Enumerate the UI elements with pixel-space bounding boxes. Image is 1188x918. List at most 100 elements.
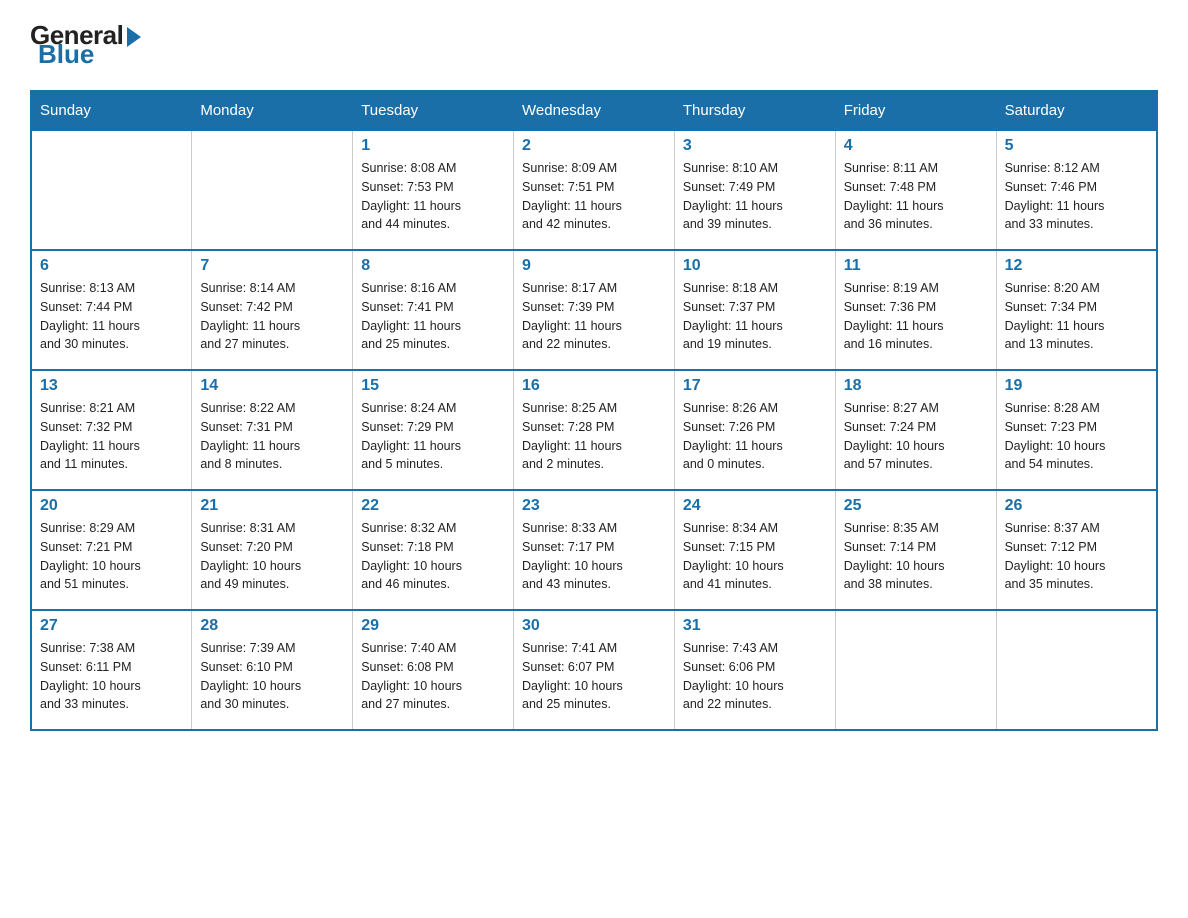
- calendar-cell: 7 Sunrise: 8:14 AMSunset: 7:42 PMDaylight…: [192, 250, 353, 370]
- day-number: 11: [844, 257, 988, 275]
- day-number: 28: [200, 617, 344, 635]
- day-number: 9: [522, 257, 666, 275]
- day-number: 24: [683, 497, 827, 515]
- calendar-header-saturday: Saturday: [996, 91, 1157, 130]
- calendar-cell: [31, 130, 192, 250]
- calendar-week-1: 1Sunrise: 8:08 AMSunset: 7:53 PMDaylight…: [31, 130, 1157, 250]
- day-number: 5: [1005, 137, 1148, 155]
- day-number: 26: [1005, 497, 1148, 515]
- calendar-table: SundayMondayTuesdayWednesdayThursdayFrid…: [30, 90, 1158, 731]
- calendar-header-row: SundayMondayTuesdayWednesdayThursdayFrid…: [31, 91, 1157, 130]
- calendar-cell: 1Sunrise: 8:08 AMSunset: 7:53 PMDaylight…: [353, 130, 514, 250]
- day-info: Sunrise: 8:20 AMSunset: 7:34 PMDaylight:…: [1005, 279, 1148, 354]
- calendar-cell: 31Sunrise: 7:43 AMSunset: 6:06 PMDayligh…: [674, 610, 835, 730]
- day-number: 19: [1005, 377, 1148, 395]
- day-info: Sunrise: 8:29 AMSunset: 7:21 PMDaylight:…: [40, 519, 183, 594]
- day-info: Sunrise: 7:40 AMSunset: 6:08 PMDaylight:…: [361, 639, 505, 714]
- day-number: 7: [200, 257, 344, 275]
- day-number: 4: [844, 137, 988, 155]
- day-number: 27: [40, 617, 183, 635]
- calendar-cell: 18 Sunrise: 8:27 AMSunset: 7:24 PMDayligh…: [835, 370, 996, 490]
- day-number: 25: [844, 497, 988, 515]
- calendar-cell: 5 Sunrise: 8:12 AMSunset: 7:46 PMDaylight…: [996, 130, 1157, 250]
- day-info: Sunrise: 7:39 AMSunset: 6:10 PMDaylight:…: [200, 639, 344, 714]
- calendar-cell: 15 Sunrise: 8:24 AMSunset: 7:29 PMDayligh…: [353, 370, 514, 490]
- day-info: Sunrise: 8:11 AMSunset: 7:48 PMDaylight:…: [844, 159, 988, 234]
- day-number: 2: [522, 137, 666, 155]
- calendar-header-thursday: Thursday: [674, 91, 835, 130]
- day-info: Sunrise: 7:43 AMSunset: 6:06 PMDaylight:…: [683, 639, 827, 714]
- day-number: 22: [361, 497, 505, 515]
- calendar-cell: 22 Sunrise: 8:32 AMSunset: 7:18 PMDayligh…: [353, 490, 514, 610]
- day-number: 13: [40, 377, 183, 395]
- calendar-cell: 12 Sunrise: 8:20 AMSunset: 7:34 PMDayligh…: [996, 250, 1157, 370]
- day-info: Sunrise: 8:32 AMSunset: 7:18 PMDaylight:…: [361, 519, 505, 594]
- calendar-cell: 2 Sunrise: 8:09 AMSunset: 7:51 PMDaylight…: [514, 130, 675, 250]
- calendar-cell: 20 Sunrise: 8:29 AMSunset: 7:21 PMDayligh…: [31, 490, 192, 610]
- calendar-week-4: 20 Sunrise: 8:29 AMSunset: 7:21 PMDayligh…: [31, 490, 1157, 610]
- day-info: Sunrise: 8:16 AMSunset: 7:41 PMDaylight:…: [361, 279, 505, 354]
- day-number: 21: [200, 497, 344, 515]
- calendar-cell: 4 Sunrise: 8:11 AMSunset: 7:48 PMDaylight…: [835, 130, 996, 250]
- day-info: Sunrise: 8:35 AMSunset: 7:14 PMDaylight:…: [844, 519, 988, 594]
- day-info: Sunrise: 8:14 AMSunset: 7:42 PMDaylight:…: [200, 279, 344, 354]
- day-number: 14: [200, 377, 344, 395]
- calendar-cell: 8 Sunrise: 8:16 AMSunset: 7:41 PMDaylight…: [353, 250, 514, 370]
- calendar-cell: 9 Sunrise: 8:17 AMSunset: 7:39 PMDaylight…: [514, 250, 675, 370]
- day-info: Sunrise: 8:13 AMSunset: 7:44 PMDaylight:…: [40, 279, 183, 354]
- calendar-cell: 29 Sunrise: 7:40 AMSunset: 6:08 PMDayligh…: [353, 610, 514, 730]
- day-number: 6: [40, 257, 183, 275]
- page-header: General Blue: [30, 20, 1158, 70]
- day-number: 10: [683, 257, 827, 275]
- day-info: Sunrise: 8:12 AMSunset: 7:46 PMDaylight:…: [1005, 159, 1148, 234]
- calendar-cell: 17Sunrise: 8:26 AMSunset: 7:26 PMDayligh…: [674, 370, 835, 490]
- calendar-header-wednesday: Wednesday: [514, 91, 675, 130]
- calendar-header-sunday: Sunday: [31, 91, 192, 130]
- day-number: 16: [522, 377, 666, 395]
- day-number: 15: [361, 377, 505, 395]
- calendar-cell: [835, 610, 996, 730]
- calendar-cell: 19Sunrise: 8:28 AMSunset: 7:23 PMDayligh…: [996, 370, 1157, 490]
- day-info: Sunrise: 7:41 AMSunset: 6:07 PMDaylight:…: [522, 639, 666, 714]
- day-info: Sunrise: 8:34 AMSunset: 7:15 PMDaylight:…: [683, 519, 827, 594]
- day-info: Sunrise: 8:24 AMSunset: 7:29 PMDaylight:…: [361, 399, 505, 474]
- day-number: 30: [522, 617, 666, 635]
- day-info: Sunrise: 8:31 AMSunset: 7:20 PMDaylight:…: [200, 519, 344, 594]
- day-info: Sunrise: 8:37 AMSunset: 7:12 PMDaylight:…: [1005, 519, 1148, 594]
- calendar-cell: 14 Sunrise: 8:22 AMSunset: 7:31 PMDayligh…: [192, 370, 353, 490]
- day-number: 20: [40, 497, 183, 515]
- calendar-cell: 30 Sunrise: 7:41 AMSunset: 6:07 PMDayligh…: [514, 610, 675, 730]
- day-info: Sunrise: 8:27 AMSunset: 7:24 PMDaylight:…: [844, 399, 988, 474]
- day-number: 23: [522, 497, 666, 515]
- calendar-cell: 3 Sunrise: 8:10 AMSunset: 7:49 PMDaylight…: [674, 130, 835, 250]
- logo: General Blue: [30, 20, 141, 70]
- day-info: Sunrise: 8:25 AMSunset: 7:28 PMDaylight:…: [522, 399, 666, 474]
- day-number: 3: [683, 137, 827, 155]
- calendar-header-monday: Monday: [192, 91, 353, 130]
- day-number: 18: [844, 377, 988, 395]
- day-info: Sunrise: 8:17 AMSunset: 7:39 PMDaylight:…: [522, 279, 666, 354]
- calendar-cell: 11 Sunrise: 8:19 AMSunset: 7:36 PMDayligh…: [835, 250, 996, 370]
- calendar-header-tuesday: Tuesday: [353, 91, 514, 130]
- day-number: 8: [361, 257, 505, 275]
- logo-blue-text: Blue: [38, 39, 94, 70]
- day-info: Sunrise: 8:09 AMSunset: 7:51 PMDaylight:…: [522, 159, 666, 234]
- calendar-cell: 27Sunrise: 7:38 AMSunset: 6:11 PMDayligh…: [31, 610, 192, 730]
- calendar-week-5: 27Sunrise: 7:38 AMSunset: 6:11 PMDayligh…: [31, 610, 1157, 730]
- day-info: Sunrise: 8:19 AMSunset: 7:36 PMDaylight:…: [844, 279, 988, 354]
- day-number: 1: [361, 137, 505, 155]
- calendar-cell: 28 Sunrise: 7:39 AMSunset: 6:10 PMDayligh…: [192, 610, 353, 730]
- day-number: 29: [361, 617, 505, 635]
- day-number: 12: [1005, 257, 1148, 275]
- day-info: Sunrise: 8:22 AMSunset: 7:31 PMDaylight:…: [200, 399, 344, 474]
- day-info: Sunrise: 8:26 AMSunset: 7:26 PMDaylight:…: [683, 399, 827, 474]
- calendar-cell: 21 Sunrise: 8:31 AMSunset: 7:20 PMDayligh…: [192, 490, 353, 610]
- calendar-cell: [192, 130, 353, 250]
- calendar-cell: 6 Sunrise: 8:13 AMSunset: 7:44 PMDaylight…: [31, 250, 192, 370]
- day-info: Sunrise: 8:10 AMSunset: 7:49 PMDaylight:…: [683, 159, 827, 234]
- day-info: Sunrise: 8:18 AMSunset: 7:37 PMDaylight:…: [683, 279, 827, 354]
- calendar-header-friday: Friday: [835, 91, 996, 130]
- logo-arrow-icon: [127, 27, 141, 47]
- calendar-cell: 13Sunrise: 8:21 AMSunset: 7:32 PMDayligh…: [31, 370, 192, 490]
- calendar-week-3: 13Sunrise: 8:21 AMSunset: 7:32 PMDayligh…: [31, 370, 1157, 490]
